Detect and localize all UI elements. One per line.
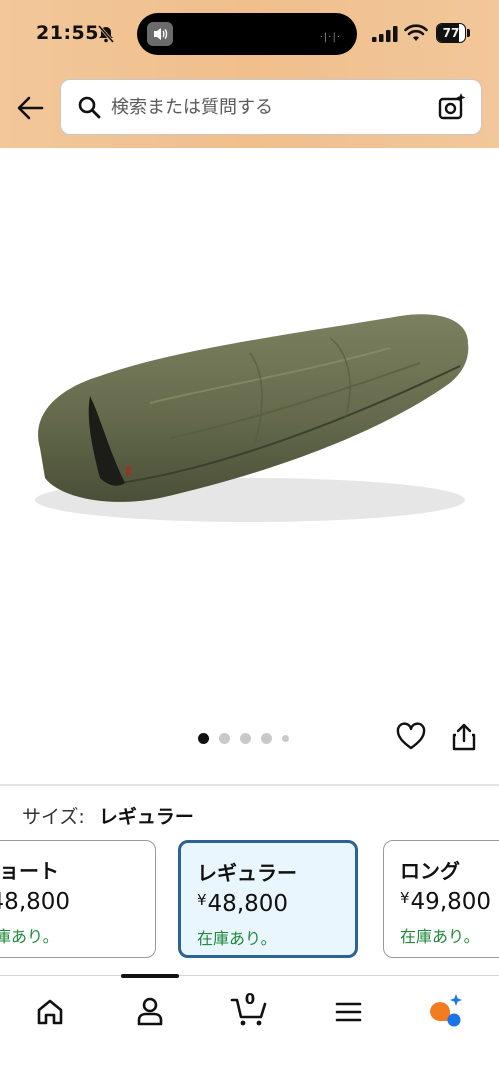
sleeping-bag-image [35, 314, 469, 522]
size-option-regular[interactable]: レギュラー ¥48,800 在庫あり。 [178, 840, 358, 958]
search-icon [78, 96, 101, 119]
bell-muted-icon [97, 25, 115, 43]
signal-icon [372, 26, 398, 42]
carousel-dot[interactable] [261, 732, 272, 744]
cart-count: 0 [244, 990, 256, 1008]
carousel-dot[interactable] [282, 734, 289, 742]
size-option-name: ショート [0, 859, 59, 883]
carousel-dot[interactable] [198, 732, 209, 744]
wifi-icon [404, 24, 428, 41]
divider [0, 784, 499, 786]
rufus-ai-icon[interactable] [424, 990, 468, 1034]
size-option-stock: 在庫あり。 [0, 927, 59, 946]
battery-level: 77 [442, 26, 460, 40]
size-selected-value: レギュラー [98, 806, 194, 828]
island-activity-icon: ·|·|· [319, 32, 341, 43]
size-option-short[interactable]: ショート ¥48,800 在庫あり。 [0, 840, 156, 958]
size-option-price: ¥48,800 [0, 889, 71, 915]
size-selector-label-row: サイズ: レギュラー [22, 802, 194, 829]
size-option-name: レギュラー [197, 861, 297, 885]
carousel-dot[interactable] [219, 732, 230, 744]
status-bar: 21:55 ·|·|· 77 [0, 0, 499, 66]
battery-indicator: 77 [436, 23, 470, 43]
size-option-price: ¥48,800 [197, 891, 289, 917]
account-icon[interactable] [128, 990, 172, 1034]
share-icon[interactable] [450, 722, 478, 752]
dynamic-island: ·|·|· [137, 13, 357, 55]
size-label: サイズ: [22, 806, 85, 828]
heart-icon[interactable] [396, 722, 426, 752]
status-time: 21:55 [36, 22, 99, 44]
size-option-name: ロング [400, 859, 460, 883]
size-option-price: ¥49,800 [400, 889, 492, 915]
home-icon[interactable] [28, 990, 72, 1034]
carousel-dot[interactable] [240, 732, 251, 744]
size-option-stock: 在庫あり。 [400, 927, 480, 946]
size-options: ショート ¥48,800 在庫あり。 レギュラー ¥48,800 在庫あり。 ロ… [0, 840, 499, 960]
cart-button[interactable]: 0 [228, 990, 272, 1034]
speaker-icon [147, 22, 173, 46]
nav-active-indicator [121, 974, 179, 978]
search-bar[interactable] [60, 79, 482, 135]
app-header: 21:55 ·|·|· 77 検索または質問する [0, 0, 499, 148]
size-option-long[interactable]: ロング ¥49,800 在庫あり。 [383, 840, 499, 958]
menu-icon[interactable] [326, 990, 370, 1034]
carousel-dots [198, 732, 289, 744]
camera-search-icon[interactable] [437, 92, 467, 122]
size-option-stock: 在庫あり。 [197, 929, 277, 948]
bottom-nav: 0 [0, 974, 499, 1081]
product-image[interactable] [0, 148, 499, 718]
back-arrow-icon[interactable] [14, 92, 46, 124]
search-input[interactable] [109, 80, 433, 135]
